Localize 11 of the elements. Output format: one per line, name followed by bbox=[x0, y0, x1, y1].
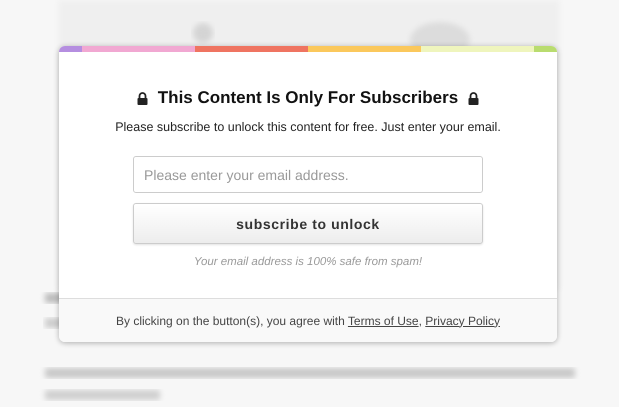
lock-icon bbox=[136, 92, 148, 104]
modal-subtitle: Please subscribe to unlock this content for free. Just enter your email. bbox=[115, 120, 501, 134]
subscribe-button[interactable]: subscribe to unlock bbox=[133, 203, 483, 244]
terms-notice: By clicking on the button(s), you agree with Terms of Use, Privacy Policy bbox=[116, 314, 500, 328]
policy-link[interactable]: Terms of Use bbox=[348, 314, 419, 328]
email-field[interactable]: Please enter your email address. bbox=[133, 156, 483, 193]
lock-icon bbox=[468, 92, 480, 104]
policy-link[interactable]: Privacy Policy bbox=[425, 314, 500, 328]
blurred-shape bbox=[193, 23, 213, 43]
spam-note: Your email address is 100% safe from spam! bbox=[194, 256, 422, 268]
modal-title: This Content Is Only For Subscribers bbox=[158, 88, 458, 108]
